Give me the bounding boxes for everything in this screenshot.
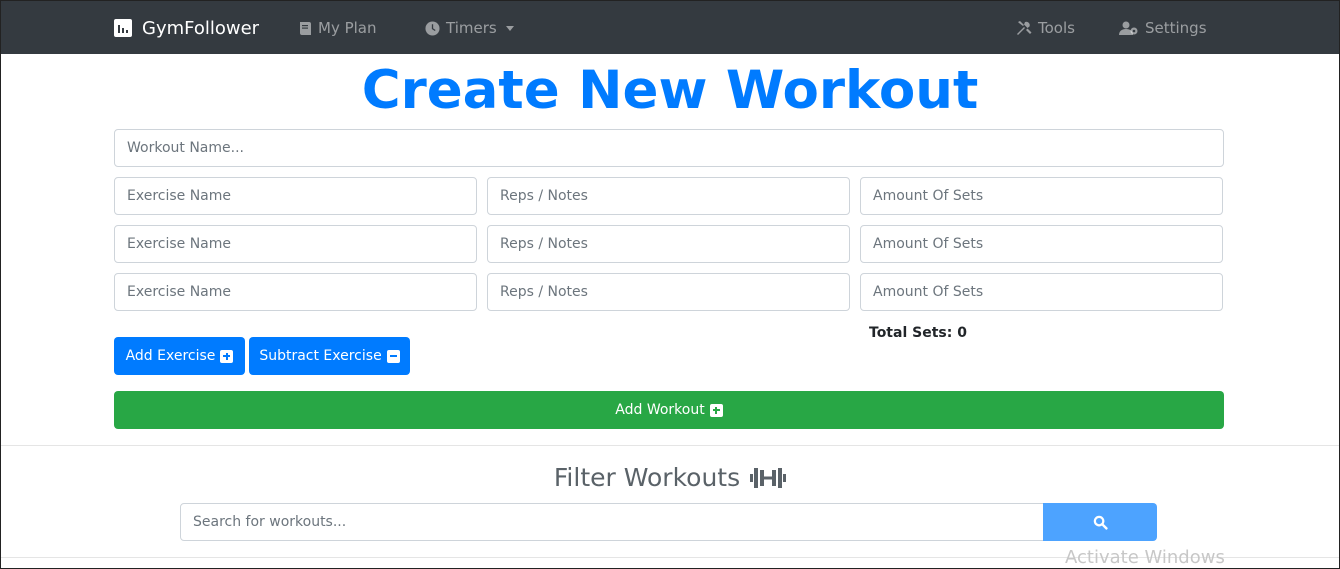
chart-bar-icon [114, 19, 132, 37]
amount-of-sets-input[interactable] [860, 225, 1223, 263]
subtract-exercise-button[interactable]: Subtract Exercise [249, 337, 410, 375]
exercise-name-input[interactable] [114, 273, 477, 311]
search-workouts-input[interactable] [180, 503, 1044, 541]
plus-square-icon [220, 349, 234, 363]
amount-of-sets-input[interactable] [860, 177, 1223, 215]
clock-icon [425, 20, 440, 36]
add-workout-button[interactable]: Add Workout [114, 391, 1224, 429]
reps-notes-input[interactable] [487, 177, 850, 215]
filter-title: Filter Workouts [1, 463, 1339, 492]
nav-tools[interactable]: Tools [1016, 17, 1075, 39]
nav-my-plan-label: My Plan [318, 19, 377, 37]
exercise-name-input[interactable] [114, 177, 477, 215]
brand-link[interactable]: GymFollower [114, 16, 259, 40]
subtract-exercise-label: Subtract Exercise [259, 348, 382, 364]
filter-title-text: Filter Workouts [553, 463, 741, 492]
minus-square-icon [386, 349, 400, 363]
brand-name: GymFollower [142, 17, 260, 39]
nav-settings[interactable]: Settings [1119, 17, 1207, 39]
divider [1, 445, 1339, 446]
dumbbell-icon [750, 467, 787, 488]
nav-tools-label: Tools [1038, 19, 1075, 37]
add-exercise-label: Add Exercise [125, 348, 216, 364]
reps-notes-input[interactable] [487, 273, 850, 311]
plus-square-icon [709, 403, 723, 417]
total-sets-label: Total Sets: 0 [869, 325, 967, 341]
book-icon [300, 21, 311, 35]
search-icon [1093, 515, 1108, 530]
nav-timers-dropdown[interactable]: Timers [425, 17, 514, 39]
add-exercise-button[interactable]: Add Exercise [114, 337, 245, 375]
users-cog-icon [1119, 21, 1138, 35]
nav-timers-label: Timers [446, 19, 497, 37]
activate-windows-watermark: Activate Windows [1065, 547, 1225, 568]
add-workout-label: Add Workout [615, 402, 705, 418]
page-title: Create New Workout [361, 60, 979, 121]
workout-name-input[interactable] [114, 129, 1224, 167]
navbar: GymFollower My Plan Timers Tools Setting… [1, 1, 1339, 54]
amount-of-sets-input[interactable] [860, 273, 1223, 311]
caret-down-icon [505, 25, 514, 31]
tools-icon [1017, 21, 1032, 35]
nav-settings-label: Settings [1145, 19, 1207, 37]
nav-my-plan[interactable]: My Plan [299, 17, 377, 39]
reps-notes-input[interactable] [487, 225, 850, 263]
search-button[interactable] [1043, 503, 1157, 541]
exercise-name-input[interactable] [114, 225, 477, 263]
